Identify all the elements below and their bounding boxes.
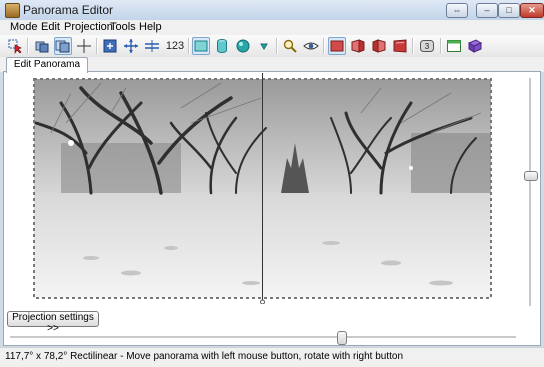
center-icon[interactable]: [122, 37, 140, 55]
fov-vertical-slider-track[interactable]: [529, 78, 532, 306]
menu-help[interactable]: Help: [139, 21, 162, 33]
projection-settings-button[interactable]: Projection settings >>: [7, 311, 99, 334]
menu-edit[interactable]: Edit: [41, 21, 60, 33]
book-left-icon[interactable]: [349, 37, 367, 55]
toolbar-separator: [440, 38, 442, 54]
menu-tools[interactable]: Tools: [110, 21, 136, 33]
title-bar: Panorama Editor ⇔ – □ ✕: [0, 0, 544, 21]
images-icon[interactable]: [33, 37, 51, 55]
toolbar-separator: [276, 38, 278, 54]
fov-horizontal-slider-thumb[interactable]: [337, 331, 347, 345]
number-label: 123: [165, 40, 185, 52]
preview-window-icon[interactable]: [445, 37, 463, 55]
toolbar-separator: [96, 38, 98, 54]
panorama-preview[interactable]: [31, 73, 494, 305]
fov-vertical-slider-thumb[interactable]: [524, 171, 538, 181]
minimize-button[interactable]: –: [476, 3, 498, 18]
restore-icon[interactable]: ⇔: [446, 3, 468, 18]
layer-count-label: 3: [425, 42, 430, 51]
book-flat-icon[interactable]: [328, 37, 346, 55]
status-bar: 117,7° x 78,2° Rectilinear - Move panora…: [0, 347, 544, 367]
sphere-icon[interactable]: [234, 37, 252, 55]
zoom-icon[interactable]: [281, 37, 299, 55]
menu-mode[interactable]: Mode: [10, 21, 38, 33]
menu-bar: Mode Edit Projection Tools Help: [0, 20, 544, 35]
toolbar: 123 3: [0, 35, 544, 58]
rectilinear-icon[interactable]: [192, 37, 210, 55]
tab-edit-panorama[interactable]: Edit Panorama: [6, 57, 88, 73]
book-open-icon[interactable]: [391, 37, 409, 55]
toolbar-separator: [323, 38, 325, 54]
menu-projection[interactable]: Projection: [64, 21, 113, 33]
straighten-icon[interactable]: [143, 37, 161, 55]
crosshair-icon[interactable]: [75, 37, 93, 55]
cylindrical-icon[interactable]: [213, 37, 231, 55]
select-control-points-icon[interactable]: [6, 37, 24, 55]
fov-horizontal-slider-track[interactable]: [10, 336, 516, 339]
eye-icon[interactable]: [302, 37, 320, 55]
mask-icon[interactable]: [54, 37, 72, 55]
toolbar-separator: [27, 38, 29, 54]
book-right-icon[interactable]: [370, 37, 388, 55]
fit-icon[interactable]: [101, 37, 119, 55]
toolbar-separator: [412, 38, 414, 54]
status-text: 117,7° x 78,2° Rectilinear - Move panora…: [5, 351, 404, 362]
app-icon: [5, 3, 20, 18]
triangle-icon[interactable]: [255, 37, 273, 55]
close-button[interactable]: ✕: [520, 3, 544, 18]
layer-count-icon[interactable]: 3: [418, 37, 436, 55]
toolbar-separator: [188, 38, 190, 54]
maximize-button[interactable]: □: [498, 3, 520, 18]
number-icon[interactable]: 123: [164, 37, 186, 55]
identify-icon[interactable]: [466, 37, 484, 55]
window-title: Panorama Editor: [23, 3, 114, 17]
